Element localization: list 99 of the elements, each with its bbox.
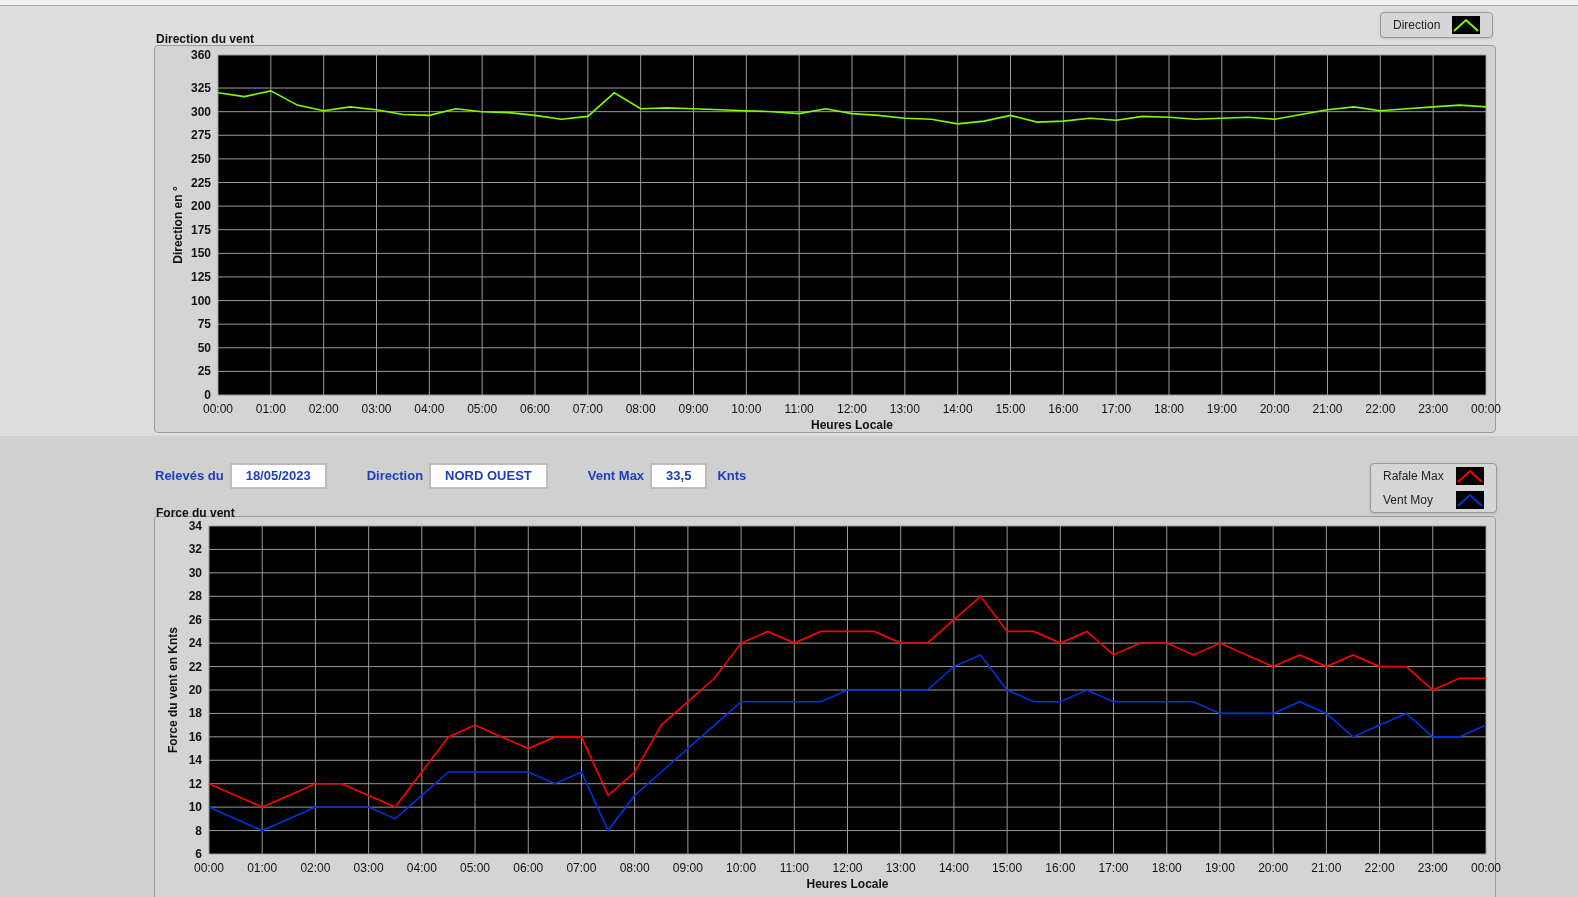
tick-label: 30 bbox=[188, 565, 202, 580]
tick-label: 22:00 bbox=[1365, 402, 1396, 416]
tick-label: 06:00 bbox=[520, 402, 550, 416]
tick-label: 0 bbox=[204, 388, 211, 402]
tick-label: 08:00 bbox=[625, 402, 656, 416]
tick-label: 16 bbox=[188, 729, 202, 744]
line-swatch-icon bbox=[1455, 467, 1484, 485]
tick-label: 21:00 bbox=[1311, 861, 1342, 875]
value-field: 18/05/2023 bbox=[229, 463, 327, 489]
axis-title: Heures Locale bbox=[811, 418, 893, 432]
tick-label: 05:00 bbox=[467, 402, 498, 416]
tick-label: 00:00 bbox=[194, 861, 224, 875]
tick-label: 10 bbox=[188, 800, 202, 815]
tick-label: 13:00 bbox=[889, 402, 920, 416]
tick-label: 03:00 bbox=[353, 861, 384, 875]
axis-title: Heures Locale bbox=[806, 877, 889, 891]
tick-label: 00:00 bbox=[1471, 861, 1501, 875]
tick-label: 09:00 bbox=[672, 861, 703, 875]
tick-label: 19:00 bbox=[1204, 861, 1235, 875]
tick-label: 10:00 bbox=[731, 402, 762, 416]
tick-label: 00:00 bbox=[203, 402, 233, 416]
legend-label: Direction bbox=[1393, 17, 1441, 34]
tick-label: 05:00 bbox=[460, 861, 491, 875]
tick-label: 14 bbox=[188, 753, 202, 768]
tick-label: 125 bbox=[190, 269, 211, 284]
tick-label: 300 bbox=[190, 104, 211, 119]
tick-label: 32 bbox=[188, 542, 202, 557]
tick-label: 8 bbox=[195, 823, 202, 838]
tick-label: 02:00 bbox=[308, 402, 339, 416]
tick-label: 04:00 bbox=[406, 861, 437, 875]
tick-label: 360 bbox=[190, 48, 211, 62]
tick-label: 28 bbox=[188, 589, 202, 604]
tick-label: 22:00 bbox=[1364, 861, 1395, 875]
tick-label: 225 bbox=[190, 175, 211, 190]
tick-label: 18:00 bbox=[1151, 861, 1182, 875]
tick-label: 07:00 bbox=[566, 861, 597, 875]
tick-label: 23:00 bbox=[1417, 861, 1448, 875]
tick-label: 6 bbox=[195, 847, 202, 861]
tick-label: 14:00 bbox=[942, 402, 973, 416]
tick-label: 12:00 bbox=[832, 861, 863, 875]
tick-label: 00:00 bbox=[1471, 402, 1501, 416]
tick-label: 09:00 bbox=[678, 402, 709, 416]
tick-label: 21:00 bbox=[1312, 402, 1343, 416]
tick-label: 18 bbox=[188, 706, 202, 721]
value-field: NORD OUEST bbox=[429, 463, 548, 489]
tick-label: 26 bbox=[188, 612, 202, 627]
tick-label: 24 bbox=[188, 636, 202, 651]
tick-label: 200 bbox=[190, 199, 211, 214]
value-field: 33,5 bbox=[650, 463, 708, 489]
tick-label: 250 bbox=[190, 151, 211, 166]
tick-label: 22 bbox=[188, 659, 202, 674]
field-label: Relevés du bbox=[155, 467, 224, 486]
tick-label: 15:00 bbox=[992, 861, 1023, 875]
tick-label: 25 bbox=[197, 364, 211, 379]
tick-label: 100 bbox=[190, 293, 211, 308]
tick-label: 12 bbox=[188, 776, 202, 791]
legend-label: Vent Moy bbox=[1383, 492, 1434, 509]
field-label: Direction bbox=[366, 467, 424, 486]
tick-label: 20:00 bbox=[1259, 402, 1290, 416]
tick-label: 10:00 bbox=[726, 861, 757, 875]
tick-label: 175 bbox=[190, 222, 211, 237]
tick-label: 20:00 bbox=[1258, 861, 1289, 875]
tick-label: 11:00 bbox=[784, 402, 814, 416]
field-label: Vent Max bbox=[587, 467, 645, 486]
tick-label: 325 bbox=[190, 81, 211, 96]
tick-label: 01:00 bbox=[255, 402, 286, 416]
tick-label: 01:00 bbox=[247, 861, 278, 875]
tick-label: 04:00 bbox=[414, 402, 445, 416]
tick-label: 14:00 bbox=[938, 861, 969, 875]
axis-title: Direction en ° bbox=[171, 186, 185, 264]
tick-label: 15:00 bbox=[995, 402, 1026, 416]
unit-label: Knts bbox=[717, 467, 747, 486]
tick-label: 07:00 bbox=[572, 402, 603, 416]
tick-label: 08:00 bbox=[619, 861, 650, 875]
tick-label: 18:00 bbox=[1154, 402, 1184, 416]
tick-label: 16:00 bbox=[1048, 402, 1079, 416]
tick-label: 50 bbox=[197, 340, 211, 355]
tick-label: 17:00 bbox=[1098, 861, 1129, 875]
tick-label: 23:00 bbox=[1418, 402, 1449, 416]
line-swatch-icon bbox=[1455, 491, 1484, 509]
tick-label: 02:00 bbox=[300, 861, 331, 875]
tick-label: 19:00 bbox=[1206, 402, 1237, 416]
tick-label: 16:00 bbox=[1045, 861, 1076, 875]
axis-title: Force du vent en Knts bbox=[166, 627, 180, 753]
tick-label: 20 bbox=[188, 683, 202, 697]
line-swatch-icon bbox=[1452, 16, 1481, 34]
tick-label: 13:00 bbox=[885, 861, 916, 875]
tick-label: 11:00 bbox=[779, 861, 809, 875]
tick-label: 03:00 bbox=[361, 402, 392, 416]
chart-title: Force du vent bbox=[156, 506, 235, 520]
tick-label: 34 bbox=[188, 519, 202, 533]
tick-label: 17:00 bbox=[1101, 402, 1132, 416]
tick-label: 150 bbox=[190, 246, 211, 261]
chart-title: Direction du vent bbox=[156, 32, 254, 46]
legend-label: Rafale Max bbox=[1383, 468, 1444, 485]
tick-label: 06:00 bbox=[513, 861, 544, 875]
tick-label: 12:00 bbox=[837, 402, 867, 416]
tick-label: 275 bbox=[190, 128, 211, 143]
tick-label: 75 bbox=[197, 317, 211, 332]
